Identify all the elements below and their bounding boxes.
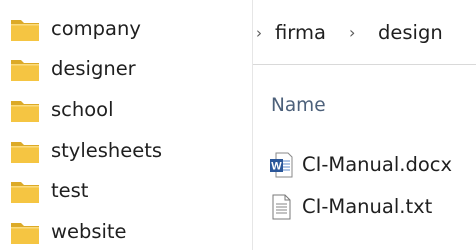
nav-folder-label: company <box>51 17 141 40</box>
nav-folder-label: designer <box>51 57 136 80</box>
nav-folder-company[interactable]: company <box>0 14 252 48</box>
nav-folder-label: test <box>51 179 89 202</box>
content-pane: › firma › design Name W CI-Manual.docx C… <box>253 0 476 250</box>
folder-icon <box>11 60 39 81</box>
word-document-icon: W <box>270 152 293 178</box>
file-explorer-window: company designer school stylesheets test… <box>0 0 476 250</box>
text-document-icon <box>272 194 291 220</box>
navigation-pane: company designer school stylesheets test… <box>0 0 252 250</box>
file-name: CI-Manual.txt <box>302 195 433 218</box>
column-header-name[interactable]: Name <box>271 94 326 118</box>
breadcrumb-item-firma[interactable]: firma <box>275 20 326 46</box>
breadcrumb-chevron-icon[interactable]: › <box>349 22 355 44</box>
nav-folder-stylesheets[interactable]: stylesheets <box>0 136 252 170</box>
nav-folder-school[interactable]: school <box>0 95 252 129</box>
file-row-docx[interactable]: W CI-Manual.docx <box>253 148 476 182</box>
breadcrumb-chevron-icon[interactable]: › <box>256 22 262 44</box>
address-bar[interactable]: › firma › design <box>253 0 476 65</box>
folder-icon <box>11 101 39 122</box>
nav-folder-label: website <box>51 220 127 243</box>
folder-icon <box>11 182 39 203</box>
nav-folder-label: school <box>51 98 114 121</box>
nav-folder-designer[interactable]: designer <box>0 54 252 88</box>
file-name: CI-Manual.docx <box>302 153 453 176</box>
folder-icon <box>11 142 39 163</box>
file-row-txt[interactable]: CI-Manual.txt <box>253 190 476 224</box>
folder-icon <box>11 20 39 41</box>
nav-folder-label: stylesheets <box>51 139 163 162</box>
svg-text:W: W <box>271 161 282 173</box>
folder-icon <box>11 223 39 244</box>
breadcrumb-item-design[interactable]: design <box>378 20 443 46</box>
nav-folder-test[interactable]: test <box>0 176 252 210</box>
nav-folder-website[interactable]: website <box>0 217 252 250</box>
